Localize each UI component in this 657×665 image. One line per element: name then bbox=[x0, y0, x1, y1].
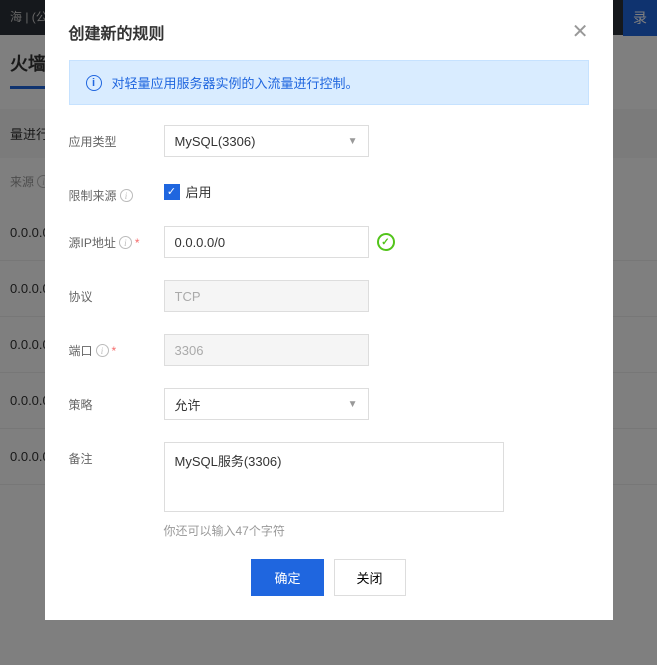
policy-value: 允许 bbox=[175, 395, 201, 414]
port-label: 端口 i * bbox=[69, 334, 164, 359]
check-circle-icon: ✓ bbox=[377, 233, 395, 251]
sourceip-input[interactable] bbox=[164, 226, 369, 258]
limitsource-checkbox-wrap[interactable]: ✓ 启用 bbox=[164, 179, 212, 201]
remark-textarea[interactable] bbox=[164, 442, 504, 512]
apptype-control: MySQL(3306) ▼ bbox=[164, 125, 589, 157]
modal-header: 创建新的规则 ✕ bbox=[45, 0, 613, 60]
apptype-select[interactable]: MySQL(3306) ▼ bbox=[164, 125, 369, 157]
limitsource-checkbox-label: 启用 bbox=[186, 182, 212, 201]
protocol-input bbox=[164, 280, 369, 312]
form-row-limitsource: 限制来源 i ✓ 启用 bbox=[69, 179, 589, 204]
limitsource-label: 限制来源 i bbox=[69, 179, 164, 204]
port-control bbox=[164, 334, 589, 366]
help-icon[interactable]: i bbox=[119, 236, 132, 249]
modal-overlay: 创建新的规则 ✕ i 对轻量应用服务器实例的入流量进行控制。 应用类型 MySQ… bbox=[0, 0, 657, 665]
chevron-down-icon: ▼ bbox=[348, 399, 358, 410]
port-label-text: 端口 bbox=[69, 342, 93, 359]
remark-label: 备注 bbox=[69, 442, 164, 467]
remark-control bbox=[164, 442, 589, 512]
apptype-value: MySQL(3306) bbox=[175, 134, 256, 149]
close-button[interactable]: 关闭 bbox=[334, 559, 406, 596]
modal-footer: 确定 关闭 bbox=[45, 539, 613, 620]
limitsource-checkbox: ✓ bbox=[164, 184, 180, 200]
modal-title: 创建新的规则 bbox=[69, 20, 165, 44]
help-icon[interactable]: i bbox=[120, 189, 133, 202]
info-text: 对轻量应用服务器实例的入流量进行控制。 bbox=[112, 73, 359, 92]
form-row-remark: 备注 bbox=[69, 442, 589, 512]
form-row-sourceip: 源IP地址 i * ✓ bbox=[69, 226, 589, 258]
info-icon: i bbox=[86, 75, 102, 91]
protocol-label: 协议 bbox=[69, 280, 164, 305]
confirm-button[interactable]: 确定 bbox=[251, 559, 323, 596]
limitsource-label-text: 限制来源 bbox=[69, 187, 117, 204]
form-row-policy: 策略 允许 ▼ bbox=[69, 388, 589, 420]
remark-hint: 你还可以输入47个字符 bbox=[164, 522, 589, 539]
form-row-apptype: 应用类型 MySQL(3306) ▼ bbox=[69, 125, 589, 157]
rule-form: 应用类型 MySQL(3306) ▼ 限制来源 i ✓ bbox=[45, 125, 613, 539]
create-rule-modal: 创建新的规则 ✕ i 对轻量应用服务器实例的入流量进行控制。 应用类型 MySQ… bbox=[45, 0, 613, 620]
sourceip-label-text: 源IP地址 bbox=[69, 234, 116, 251]
help-icon[interactable]: i bbox=[96, 344, 109, 357]
info-banner: i 对轻量应用服务器实例的入流量进行控制。 bbox=[69, 60, 589, 105]
required-indicator: * bbox=[112, 344, 117, 358]
policy-select[interactable]: 允许 ▼ bbox=[164, 388, 369, 420]
sourceip-label: 源IP地址 i * bbox=[69, 226, 164, 251]
form-row-port: 端口 i * bbox=[69, 334, 589, 366]
policy-label: 策略 bbox=[69, 388, 164, 413]
sourceip-control: ✓ bbox=[164, 226, 589, 258]
protocol-control bbox=[164, 280, 589, 312]
required-indicator: * bbox=[135, 236, 140, 250]
apptype-label: 应用类型 bbox=[69, 125, 164, 150]
form-row-protocol: 协议 bbox=[69, 280, 589, 312]
close-icon[interactable]: ✕ bbox=[572, 22, 589, 42]
policy-control: 允许 ▼ bbox=[164, 388, 589, 420]
limitsource-control: ✓ 启用 bbox=[164, 179, 589, 201]
port-input bbox=[164, 334, 369, 366]
chevron-down-icon: ▼ bbox=[348, 136, 358, 147]
